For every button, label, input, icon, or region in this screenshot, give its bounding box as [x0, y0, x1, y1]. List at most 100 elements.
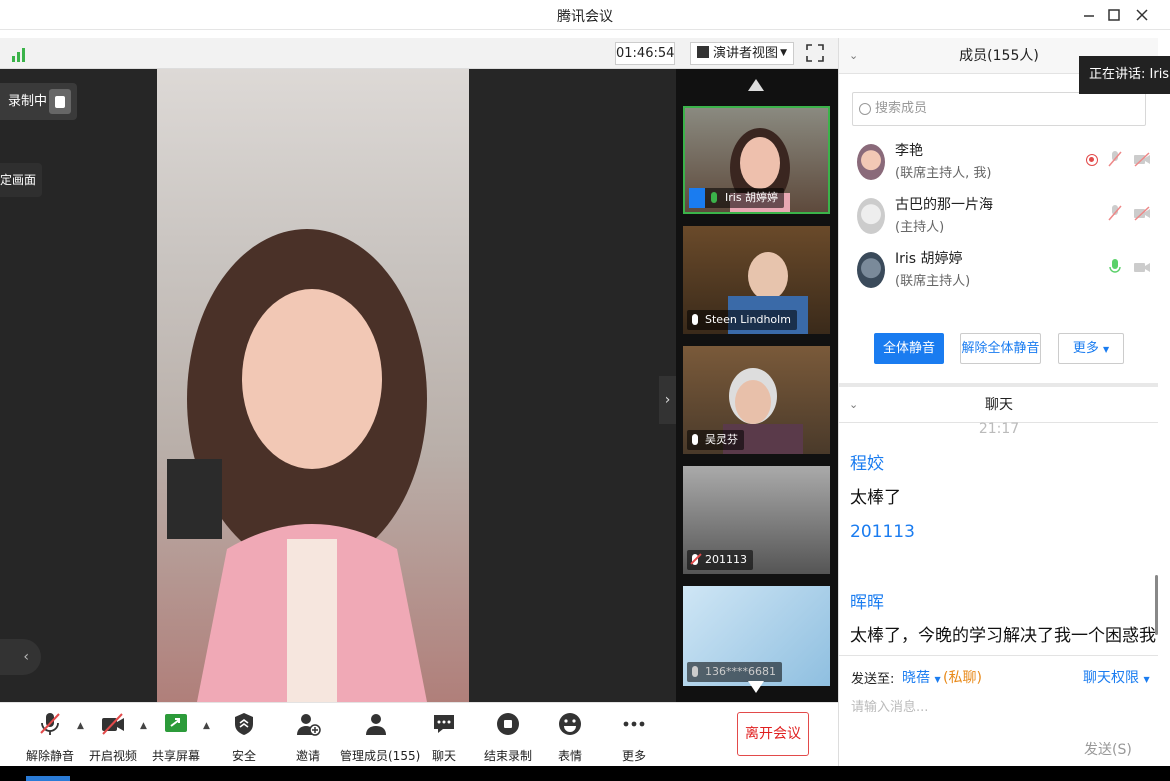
- member-search-input[interactable]: 搜索成员: [852, 92, 1146, 126]
- member-name: 古巴的那一片海: [895, 197, 993, 213]
- pin-view-label: 定画面: [0, 173, 37, 187]
- recording-icon: [1086, 154, 1098, 166]
- video-icon[interactable]: [1133, 258, 1151, 276]
- participant-thumbnail[interactable]: 136****6681: [683, 586, 830, 686]
- unmute-label: 解除静音: [25, 749, 74, 763]
- chat-header[interactable]: ⌄ 聊天: [839, 387, 1159, 423]
- manage-members-button[interactable]: 管理成员(155): [340, 709, 420, 763]
- leave-meeting-button[interactable]: 离开会议: [737, 712, 809, 756]
- chat-title: 聊天: [985, 397, 1013, 413]
- video-top-bar: 01:46:54 演讲者视图 ▼: [0, 38, 838, 69]
- participant-thumbnail[interactable]: Iris 胡婷婷: [683, 106, 830, 214]
- collapse-thumbnails-handle[interactable]: ›: [659, 376, 676, 424]
- more-button[interactable]: 更多: [612, 709, 656, 763]
- chat-permission-label: 聊天权限: [1083, 670, 1139, 686]
- more-options-button[interactable]: 更多 ▼: [1058, 333, 1124, 364]
- share-options-caret[interactable]: ▲: [203, 721, 210, 731]
- participant-thumbnail[interactable]: 吴灵芬: [683, 346, 830, 454]
- stop-recording-button[interactable]: 结束录制: [484, 709, 532, 763]
- members-title: 成员(155人): [959, 48, 1039, 64]
- stop-record-icon: [497, 713, 519, 735]
- side-panel: ⌄ 成员(155人) 搜索成员 李艳 (联席主持人, 我) 古巴的那一片海 (主…: [838, 38, 1159, 766]
- mic-muted-icon[interactable]: [1107, 150, 1123, 168]
- video-off-icon[interactable]: [1133, 150, 1151, 168]
- participant-name: Steen Lindholm: [687, 310, 797, 330]
- video-area: 01:46:54 演讲者视图 ▼ 录制中 定画面 ‹ › Iris 胡婷婷 St…: [0, 38, 838, 702]
- window-scrollbar[interactable]: [1158, 38, 1170, 766]
- pin-view-button[interactable]: 定画面: [0, 163, 42, 197]
- audio-options-caret[interactable]: ▲: [77, 721, 84, 731]
- more-options-label: 更多: [1072, 341, 1099, 356]
- recording-indicator[interactable]: 录制中: [0, 83, 77, 120]
- recording-label: 录制中: [8, 94, 48, 109]
- video-off-icon: [102, 713, 124, 735]
- thumbnail-strip: Iris 胡婷婷 Steen Lindholm 吴灵芬 201113 136**…: [676, 69, 838, 702]
- video-off-icon[interactable]: [1133, 204, 1151, 222]
- smiley-icon: [559, 713, 581, 735]
- mute-all-button[interactable]: 全体静音: [874, 333, 944, 364]
- mic-muted-icon[interactable]: [1107, 204, 1123, 222]
- mic-on-icon[interactable]: [1107, 258, 1123, 276]
- grid-icon: [697, 46, 709, 58]
- chat-button[interactable]: 聊天: [422, 709, 466, 763]
- add-user-icon: [297, 714, 321, 736]
- chat-sender[interactable]: 201113: [850, 522, 915, 542]
- chat-sender[interactable]: 晖晖: [850, 588, 884, 613]
- speaking-tooltip: 正在讲话: Iris 胡: [1079, 56, 1170, 94]
- expand-sidebar-handle[interactable]: ‹: [0, 639, 41, 675]
- window-title: 腾讯会议: [557, 9, 613, 25]
- view-mode-select[interactable]: 演讲者视图 ▼: [690, 42, 794, 65]
- host-badge-icon: [689, 188, 705, 208]
- member-row[interactable]: 古巴的那一片海 (主持人): [857, 194, 1150, 244]
- chevron-left-icon: ‹: [23, 649, 29, 665]
- close-icon[interactable]: [1131, 4, 1153, 26]
- meeting-timer: 01:46:54: [615, 42, 675, 65]
- share-screen-button[interactable]: 共享屏幕: [150, 709, 202, 763]
- scroll-up-icon[interactable]: [748, 79, 764, 91]
- mic-on-icon: [711, 192, 717, 203]
- chat-timestamp: 21:17: [978, 421, 1020, 433]
- share-screen-icon: [165, 714, 187, 732]
- send-to-label: 发送至:: [851, 672, 895, 687]
- chat-permission-select[interactable]: 聊天权限 ▼: [1083, 667, 1150, 687]
- send-to-select[interactable]: 晓蓓 ▼: [902, 667, 941, 687]
- chevron-down-icon[interactable]: ⌄: [849, 38, 858, 74]
- member-row[interactable]: 李艳 (联席主持人, 我): [857, 140, 1150, 190]
- signal-strength-icon[interactable]: [10, 44, 30, 64]
- security-label: 安全: [231, 749, 256, 763]
- send-button[interactable]: 发送(S): [1084, 739, 1132, 759]
- taskbar-indicator: [26, 776, 70, 781]
- chat-message: 太棒了，今晚的学习解决了我一个困惑我好久的: [850, 626, 1156, 646]
- mic-muted-icon: [40, 713, 60, 735]
- emoji-button[interactable]: 表情: [548, 709, 592, 763]
- participant-thumbnail[interactable]: 201113: [683, 466, 830, 574]
- caret-down-icon: ▼: [934, 675, 941, 684]
- main-stage: 录制中 定画面 ‹ ›: [0, 69, 676, 702]
- maximize-icon[interactable]: [1103, 4, 1125, 26]
- unmute-all-button[interactable]: 解除全体静音: [960, 333, 1041, 364]
- start-video-button[interactable]: 开启视频: [86, 709, 140, 763]
- member-role: (联席主持人): [895, 274, 971, 289]
- share-screen-label: 共享屏幕: [151, 749, 200, 763]
- unmute-button[interactable]: 解除静音: [22, 709, 78, 763]
- stop-record-icon[interactable]: [49, 89, 71, 114]
- chat-icon: [434, 715, 454, 733]
- chevron-down-icon[interactable]: ⌄: [849, 387, 858, 423]
- caret-down-icon: ▼: [1103, 345, 1110, 354]
- caret-down-icon: ▼: [780, 48, 787, 58]
- scroll-down-icon[interactable]: [748, 681, 764, 693]
- participant-thumbnail[interactable]: Steen Lindholm: [683, 226, 830, 334]
- chat-sender[interactable]: 程姣: [850, 449, 884, 474]
- video-options-caret[interactable]: ▲: [140, 721, 147, 731]
- participant-name: 136****6681: [687, 662, 782, 682]
- emoji-label: 表情: [557, 749, 582, 763]
- security-button[interactable]: 安全: [222, 709, 266, 763]
- send-to-target: 晓蓓: [902, 670, 930, 686]
- invite-button[interactable]: 邀请: [286, 709, 330, 763]
- fullscreen-icon[interactable]: [806, 44, 824, 62]
- member-row[interactable]: Iris 胡婷婷 (联席主持人): [857, 248, 1150, 298]
- more-dots-icon: [623, 721, 645, 727]
- speaker-figure: [167, 229, 427, 702]
- chat-input[interactable]: 请输入消息...: [851, 696, 928, 715]
- minimize-icon[interactable]: [1078, 4, 1100, 26]
